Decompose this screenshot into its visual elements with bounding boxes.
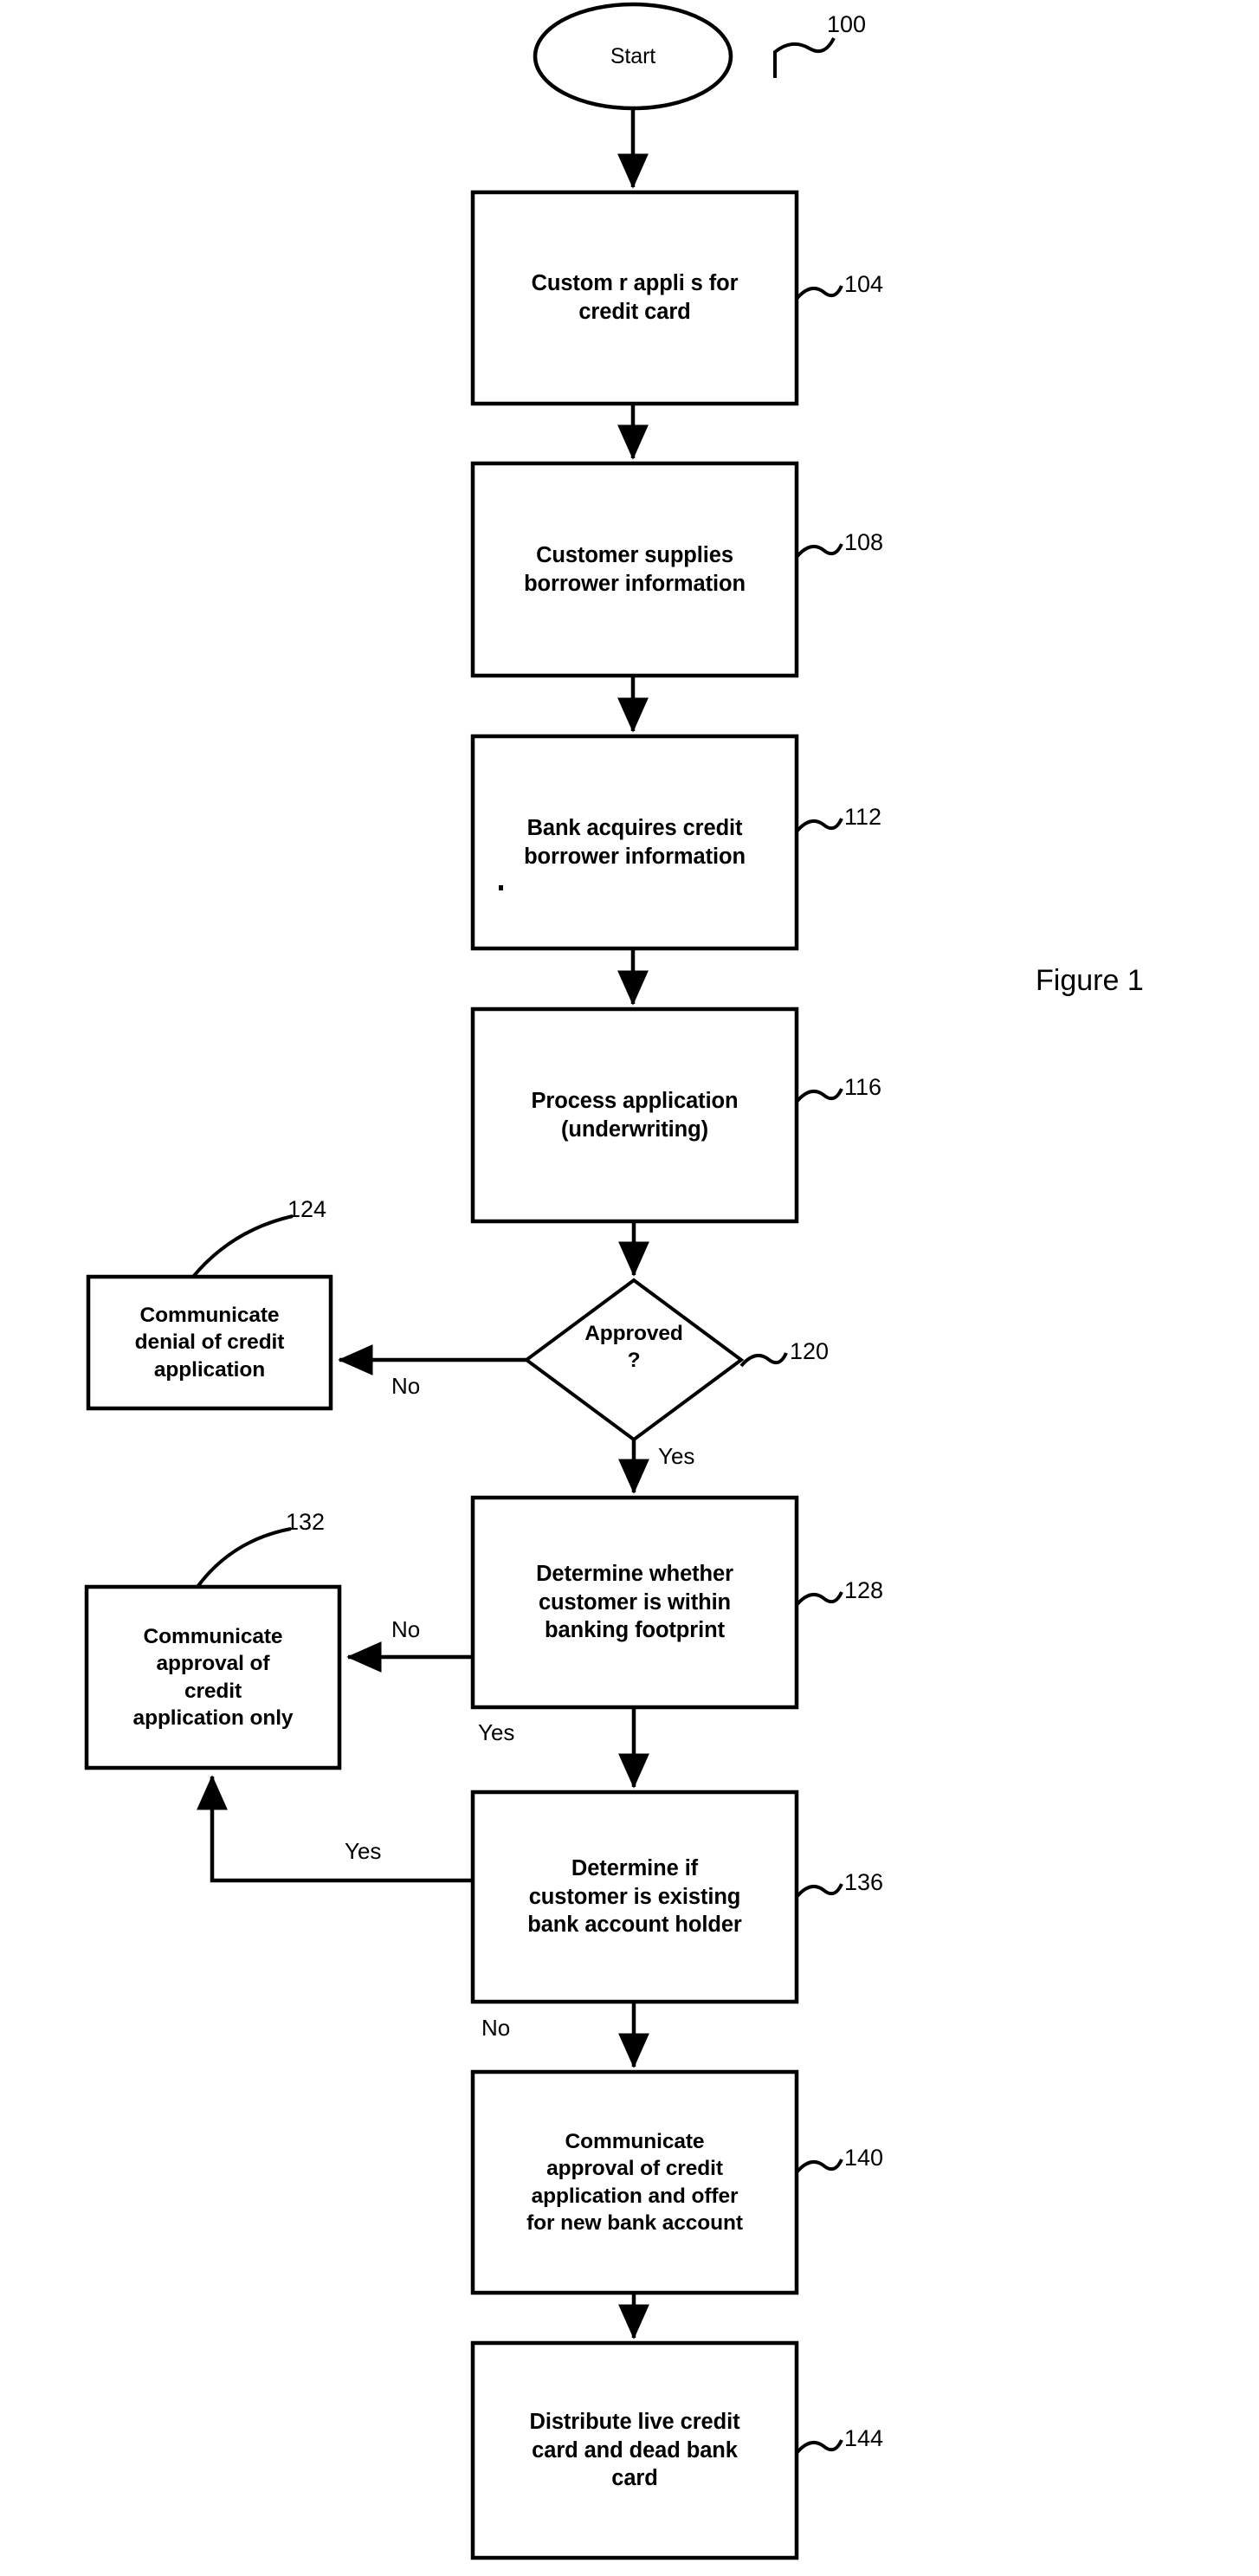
leader-124 [191,1214,294,1278]
ref-numeral-104: 104 [844,271,884,297]
start-terminator [533,2,733,111]
decision-diamond-120 [523,1278,745,1442]
edge-label-yes-from-existing: Yes [345,1838,382,1864]
ref-numeral-112: 112 [844,804,882,830]
ref-numeral-140: 140 [844,2145,884,2171]
edge-label-yes-from-approved: Yes [658,1443,695,1469]
leader-116 [795,1088,843,1104]
scan-speck [499,885,503,890]
leader-136 [795,1883,843,1899]
process-box-116 [470,1006,799,1224]
ref-numeral-144: 144 [844,2425,884,2451]
ref-numeral-124: 124 [287,1196,327,1222]
connector-136-yes-to-132 [197,1775,473,1883]
figure-caption: Figure 1 [1036,964,1144,997]
process-box-104 [470,190,799,406]
edge-label-yes-to-existing: Yes [478,1719,515,1745]
leader-100 [773,37,836,78]
process-box-112 [470,734,799,951]
process-box-132 [84,1584,342,1770]
leader-104 [795,285,843,301]
ref-numeral-108: 108 [844,529,884,555]
process-box-144 [470,2340,799,2560]
leader-132 [196,1527,292,1589]
edge-label-no-from-approved: No [391,1373,421,1399]
process-box-136 [470,1790,799,2004]
patent-figure-sheet: Start Custom r appli s for credit card C… [0,0,1259,2576]
leader-144 [795,2439,843,2455]
ref-numeral-116: 116 [844,1074,882,1100]
leader-120 [739,1352,788,1368]
ref-numeral-136: 136 [844,1869,884,1895]
edge-label-no-from-existing: No [481,2015,511,2041]
flowchart-canvas [84,2,843,2560]
ref-numeral-120: 120 [790,1338,830,1364]
ref-numeral-100: 100 [827,11,867,37]
ref-numeral-128: 128 [844,1577,884,1603]
leader-140 [795,2159,843,2174]
process-box-128 [470,1495,799,1710]
leader-112 [795,818,843,833]
process-box-108 [470,461,799,678]
leader-108 [795,543,843,559]
process-box-140 [470,2069,799,2295]
edge-label-no-from-footprint: No [391,1616,421,1642]
process-box-124 [86,1274,333,1411]
leader-128 [795,1591,843,1607]
ref-numeral-132: 132 [286,1509,326,1535]
